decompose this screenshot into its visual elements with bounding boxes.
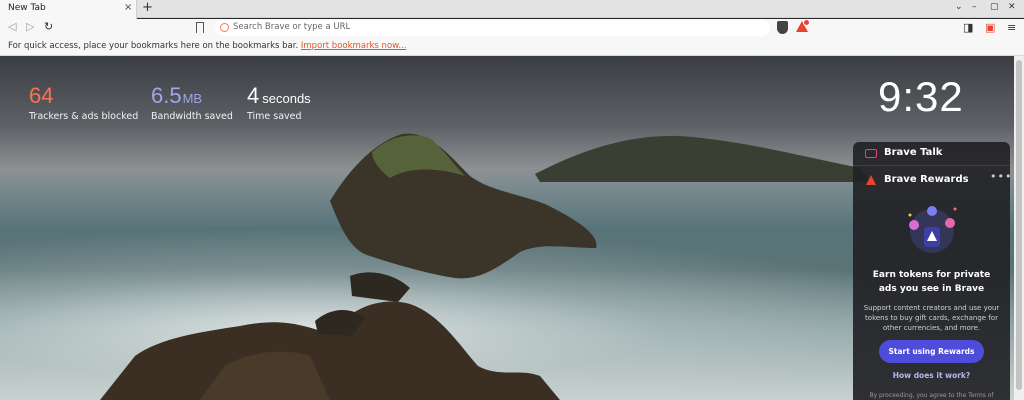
tab-new-tab[interactable]: New Tab × <box>0 0 137 19</box>
stat-label: Trackers & ads blocked <box>29 111 139 122</box>
tab-search-icon[interactable]: ⌄ <box>955 2 963 12</box>
brave-rewards-title: Brave Rewards <box>884 174 969 185</box>
rewards-headline: Earn tokens for private ads you see in B… <box>872 270 991 294</box>
bookmarks-bar-hint: For quick access, place your bookmarks h… <box>8 41 406 51</box>
start-using-rewards-button[interactable]: Start using Rewards <box>879 340 984 363</box>
brave-talk-widget[interactable]: Brave Talk <box>853 142 1010 166</box>
stat-value: 4 <box>247 83 260 108</box>
clock: 9:32 <box>878 73 964 120</box>
sidebar-toggle-icon[interactable]: ◨ <box>963 21 973 34</box>
stat-label: Bandwidth saved <box>151 111 233 122</box>
bookmarks-hint-text: For quick access, place your bookmarks h… <box>8 41 299 51</box>
terms-text: By proceeding, you agree to the Terms of <box>869 392 994 399</box>
brave-talk-title: Brave Talk <box>884 147 943 158</box>
scrollbar-thumb[interactable] <box>1016 60 1022 390</box>
stat-trackers-blocked: 64 Trackers & ads blocked <box>29 83 138 122</box>
brave-shields-icon[interactable] <box>777 21 788 34</box>
minimize-button[interactable]: – <box>972 2 977 12</box>
stat-value: 6.5 <box>151 83 182 108</box>
bookmarks-bar: For quick access, place your bookmarks h… <box>0 38 1024 56</box>
stat-time-saved: 4 seconds Time saved <box>247 83 311 122</box>
how-does-it-work-link[interactable]: How does it work? <box>853 371 1010 380</box>
rewards-badge <box>803 19 810 26</box>
more-options-icon[interactable]: ••• <box>990 170 1012 183</box>
toolbar: ◁ ▷ ↻ Search Brave or type a URL ◨ ▣ ≡ <box>0 19 1024 38</box>
wallet-icon[interactable]: ▣ <box>985 21 995 34</box>
brave-talk-icon <box>865 149 877 158</box>
new-tab-button[interactable]: + <box>142 0 153 15</box>
address-bar[interactable]: Search Brave or type a URL <box>215 20 770 36</box>
stat-value: 64 <box>29 83 54 108</box>
close-window-button[interactable]: ✕ <box>1008 2 1016 12</box>
brave-search-icon <box>220 23 229 32</box>
widget-panel: Brave Talk Brave Rewards ••• Earn tokens… <box>853 142 1012 400</box>
stat-unit: seconds <box>262 91 311 106</box>
tab-strip: New Tab × + ⌄ – ▢ ✕ <box>0 0 1024 19</box>
maximize-button[interactable]: ▢ <box>990 2 999 12</box>
menu-icon[interactable]: ≡ <box>1007 21 1016 34</box>
rewards-illustration <box>908 206 957 253</box>
tab-title: New Tab <box>8 3 46 13</box>
brave-rewards-logo-icon <box>866 175 876 185</box>
reload-button[interactable]: ↻ <box>44 20 53 33</box>
import-bookmarks-link[interactable]: Import bookmarks now... <box>301 41 407 51</box>
forward-button[interactable]: ▷ <box>26 20 34 33</box>
rewards-body: Support content creators and use your to… <box>863 304 1000 332</box>
tab-close-icon[interactable]: × <box>124 2 132 13</box>
back-button[interactable]: ◁ <box>8 20 16 33</box>
stat-unit: MB <box>182 91 203 106</box>
address-placeholder: Search Brave or type a URL <box>233 22 351 32</box>
stat-label: Time saved <box>247 111 302 122</box>
stat-bandwidth-saved: 6.5MB Bandwidth saved <box>151 83 233 122</box>
bookmark-icon[interactable] <box>196 22 204 33</box>
